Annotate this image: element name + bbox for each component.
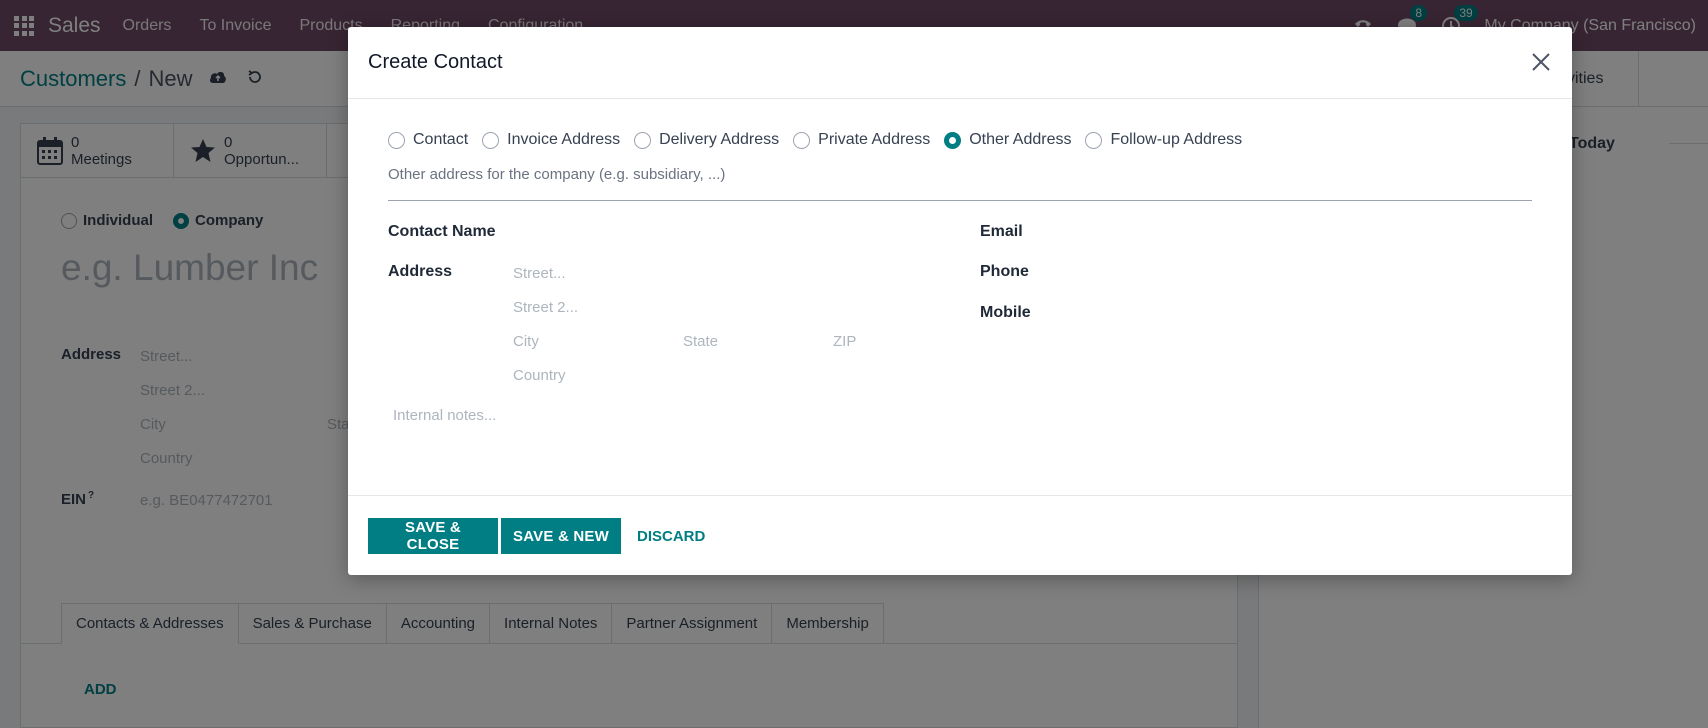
type-invoice-address[interactable]: Invoice Address — [482, 131, 620, 149]
create-contact-dialog: Create Contact Contact Invoice Address D… — [348, 27, 1572, 575]
type-followup-radio[interactable] — [1085, 131, 1103, 149]
type-delivery-label: Delivery Address — [659, 131, 780, 148]
type-private-label: Private Address — [818, 131, 931, 148]
modal-title: Create Contact — [368, 51, 503, 73]
contact-name-input[interactable] — [512, 220, 912, 244]
address-type-selector: Contact Invoice Address Delivery Address… — [388, 131, 1256, 149]
modal-street2-input[interactable] — [513, 295, 913, 319]
discard-button[interactable]: DISCARD — [625, 518, 717, 554]
type-contact-label: Contact — [413, 131, 469, 148]
address-type-description: Other address for the company (e.g. subs… — [388, 166, 726, 183]
modal-footer: SAVE & CLOSE SAVE & NEW DISCARD — [348, 495, 1572, 575]
type-contact[interactable]: Contact — [388, 131, 468, 149]
type-followup-label: Follow-up Address — [1110, 131, 1243, 148]
mobile-input[interactable] — [1108, 301, 1528, 325]
phone-label: Phone — [980, 263, 1029, 280]
type-contact-radio[interactable] — [388, 131, 405, 149]
save-close-button[interactable]: SAVE & CLOSE — [368, 518, 498, 554]
close-icon[interactable] — [1528, 49, 1554, 75]
type-delivery-radio[interactable] — [634, 131, 652, 149]
email-label: Email — [980, 223, 1023, 240]
phone-input[interactable] — [1108, 260, 1528, 284]
contact-name-label: Contact Name — [388, 223, 496, 240]
type-other-address[interactable]: Other Address — [944, 131, 1071, 149]
type-private-radio[interactable] — [793, 131, 811, 149]
type-divider — [388, 200, 1532, 201]
type-private-address[interactable]: Private Address — [793, 131, 930, 149]
type-followup-address[interactable]: Follow-up Address — [1085, 131, 1242, 149]
type-invoice-radio[interactable] — [482, 131, 500, 149]
modal-state-input[interactable] — [683, 329, 823, 353]
modal-city-input[interactable] — [513, 329, 673, 353]
type-other-label: Other Address — [969, 131, 1072, 148]
modal-country-input[interactable] — [513, 363, 913, 387]
modal-street-input[interactable] — [513, 261, 913, 285]
modal-zip-input[interactable] — [833, 329, 923, 353]
modal-address-label: Address — [388, 263, 453, 280]
email-input[interactable] — [1108, 220, 1528, 244]
type-other-radio[interactable] — [944, 131, 962, 149]
mobile-label: Mobile — [980, 304, 1031, 321]
type-invoice-label: Invoice Address — [507, 131, 621, 148]
modal-header: Create Contact — [348, 27, 1572, 99]
internal-notes-textarea[interactable] — [393, 407, 1533, 467]
type-delivery-address[interactable]: Delivery Address — [634, 131, 779, 149]
save-new-button[interactable]: SAVE & NEW — [501, 518, 621, 554]
